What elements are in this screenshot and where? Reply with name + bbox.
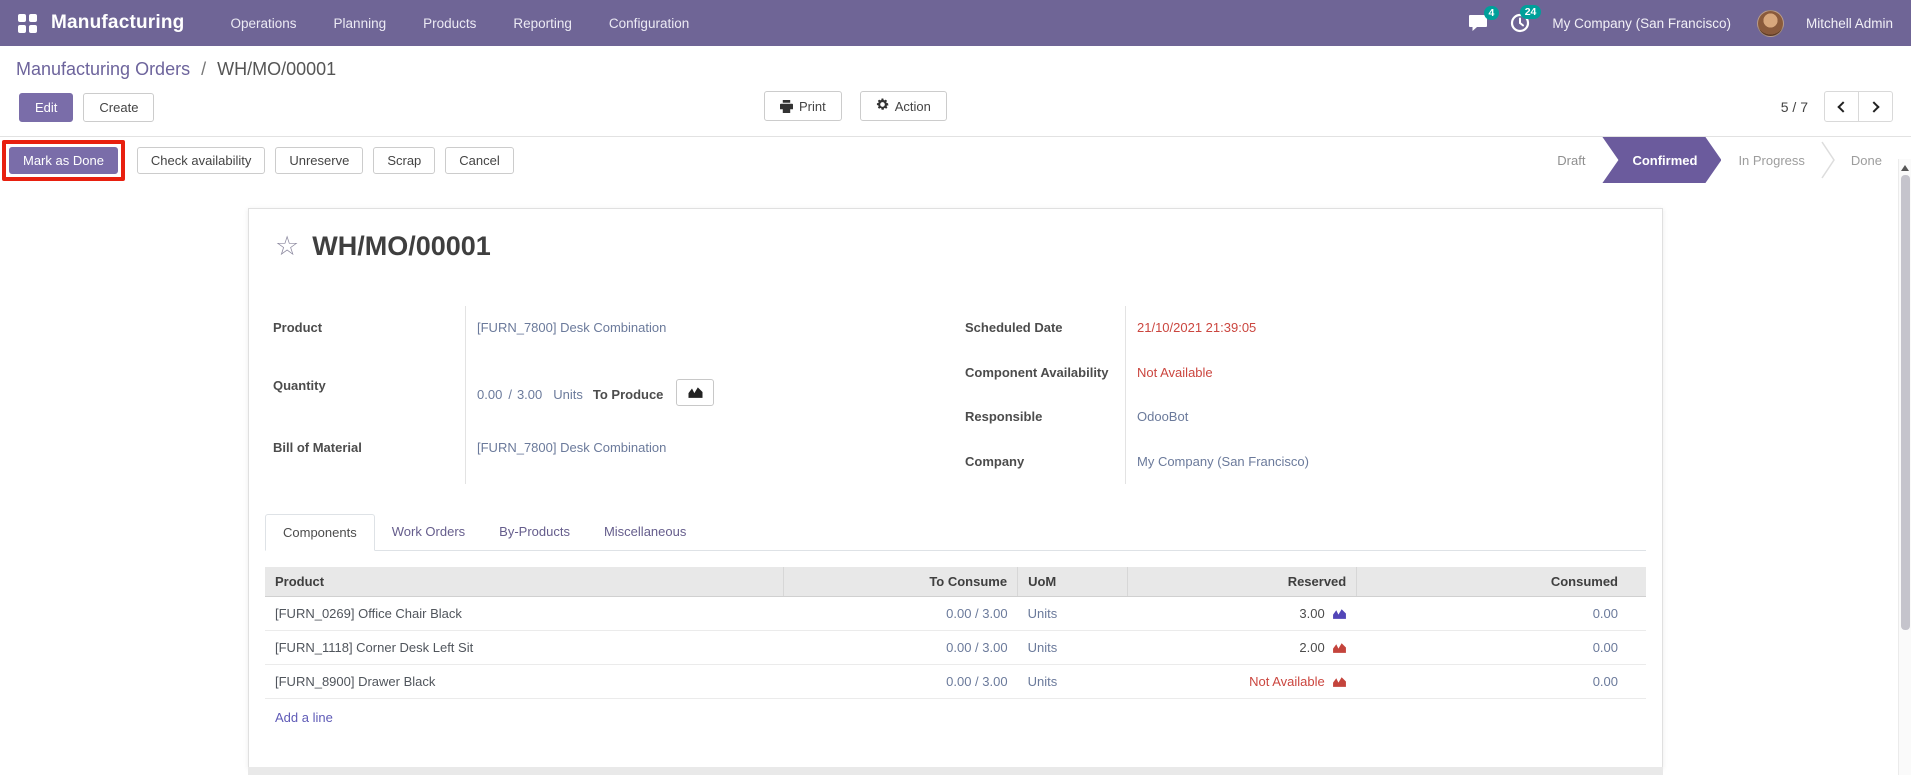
menu-operations[interactable]: Operations	[231, 16, 297, 31]
scheduled-date-label: Scheduled Date	[965, 320, 1063, 335]
main-menus: Operations Planning Products Reporting C…	[231, 16, 690, 31]
scrap-button[interactable]: Scrap	[373, 146, 436, 174]
messages-icon[interactable]: 4	[1468, 6, 1500, 32]
menu-reporting[interactable]: Reporting	[513, 16, 572, 31]
favorite-star-icon[interactable]: ☆	[275, 233, 299, 260]
product-label: Product	[273, 320, 323, 335]
table-row[interactable]: [FURN_0269] Office Chair Black 0.00 / 3.…	[265, 596, 1646, 632]
responsible-label: Responsible	[965, 409, 1043, 425]
quantity-produced: 0.00	[477, 386, 503, 402]
menu-products[interactable]: Products	[423, 16, 476, 31]
forecast-chart-icon[interactable]	[1332, 675, 1347, 688]
breadcrumb-parent-link[interactable]: Manufacturing Orders	[16, 59, 190, 79]
tab-miscellaneous[interactable]: Miscellaneous	[587, 514, 703, 550]
breadcrumb-separator: /	[201, 59, 207, 79]
scrollbar-thumb[interactable]	[1900, 175, 1910, 630]
control-panel: Manufacturing Orders / WH/MO/00001 Edit …	[0, 59, 1911, 124]
state-in-progress[interactable]: In Progress	[1723, 137, 1819, 183]
breadcrumb: Manufacturing Orders / WH/MO/00001	[16, 59, 1895, 80]
column-to-consume[interactable]: To Consume	[783, 567, 1019, 598]
table-row[interactable]: [FURN_8900] Drawer Black 0.00 / 3.00 Uni…	[265, 664, 1646, 700]
company-value-link[interactable]: My Company (San Francisco)	[1137, 454, 1309, 469]
activities-badge: 24	[1519, 5, 1542, 19]
quantity-label: Quantity	[273, 377, 326, 393]
product-value-link[interactable]: [FURN_7800] Desk Combination	[477, 320, 666, 335]
company-switcher[interactable]: My Company (San Francisco)	[1552, 16, 1731, 31]
tab-by-products[interactable]: By-Products	[482, 514, 587, 550]
create-button[interactable]: Create	[83, 93, 155, 122]
column-consumed[interactable]: Consumed	[1356, 567, 1646, 598]
chevron-right-icon	[1868, 100, 1880, 113]
edit-button[interactable]: Edit	[19, 93, 74, 122]
responsible-value-link[interactable]: OdooBot	[1137, 409, 1188, 424]
app-brand[interactable]: Manufacturing	[51, 12, 185, 34]
top-navbar: Manufacturing Operations Planning Produc…	[0, 0, 1911, 46]
table-row[interactable]: [FURN_1118] Corner Desk Left Sit 0.00 / …	[265, 630, 1646, 666]
chevron-left-icon	[1837, 100, 1849, 113]
bom-label: Bill of Material	[273, 440, 362, 456]
add-a-line-link[interactable]: Add a line	[265, 699, 1646, 736]
tab-work-orders[interactable]: Work Orders	[375, 514, 482, 550]
user-avatar[interactable]	[1756, 9, 1784, 37]
messages-badge: 4	[1483, 6, 1500, 20]
print-button[interactable]: Print	[764, 91, 842, 121]
action-button[interactable]: Action	[859, 91, 947, 121]
menu-planning[interactable]: Planning	[334, 16, 387, 31]
form-sheet: ☆ WH/MO/00001 Product [FURN_7800] Desk C…	[248, 208, 1663, 775]
breadcrumb-current: WH/MO/00001	[217, 59, 337, 79]
cancel-button[interactable]: Cancel	[445, 146, 514, 174]
forecast-chart-icon[interactable]	[1332, 607, 1347, 620]
pager-next-button[interactable]	[1858, 91, 1893, 122]
statusbar: Mark as Done Check availability Unreserv…	[0, 136, 1911, 183]
record-title: WH/MO/00001	[312, 231, 491, 261]
quantity-total: 3.00	[516, 386, 543, 402]
field-group-left: Product [FURN_7800] Desk Combination Qua…	[273, 306, 961, 485]
notebook-tabs: Components Work Orders By-Products Misce…	[265, 514, 1646, 552]
tab-components[interactable]: Components	[265, 514, 375, 552]
forecast-chart-icon[interactable]	[1332, 641, 1347, 654]
bom-value-link[interactable]: [FURN_7800] Desk Combination	[477, 440, 666, 455]
pager: 5 / 7	[1781, 91, 1893, 122]
column-product[interactable]: Product	[265, 567, 784, 598]
scroll-up-arrow-icon[interactable]	[1901, 165, 1909, 171]
field-group-right: Scheduled Date 21/10/2021 21:39:05 Compo…	[965, 306, 1625, 485]
apps-menu-icon[interactable]	[18, 13, 37, 33]
quantity-uom: Units	[553, 386, 583, 402]
unreserve-button[interactable]: Unreserve	[275, 146, 364, 174]
activities-icon[interactable]: 24	[1510, 5, 1542, 33]
forecast-chart-button[interactable]	[676, 378, 715, 406]
printer-icon	[780, 99, 793, 113]
state-draft[interactable]: Draft	[1542, 137, 1600, 183]
highlight-box: Mark as Done	[2, 139, 125, 181]
vertical-scrollbar[interactable]	[1898, 159, 1911, 775]
table-header-row: Product To Consume UoM Reserved Consumed	[265, 567, 1646, 598]
check-availability-button[interactable]: Check availability	[136, 146, 266, 174]
pager-previous-button[interactable]	[1824, 91, 1859, 122]
status-pipeline: Draft Confirmed In Progress Done	[1542, 137, 1897, 183]
quantity-suffix: To Produce	[592, 386, 664, 402]
user-menu[interactable]: Mitchell Admin	[1806, 16, 1893, 31]
menu-configuration[interactable]: Configuration	[609, 16, 689, 31]
column-reserved[interactable]: Reserved	[1127, 567, 1358, 598]
column-uom[interactable]: UoM	[1017, 567, 1128, 598]
state-confirmed-active[interactable]: Confirmed	[1602, 137, 1721, 183]
pager-counter: 5 / 7	[1780, 98, 1808, 115]
state-chevron-icon	[1820, 139, 1836, 181]
quantity-separator: /	[508, 386, 512, 402]
gear-icon	[876, 98, 889, 114]
scheduled-date-value: 21/10/2021 21:39:05	[1137, 320, 1257, 335]
bottom-strip	[248, 767, 1663, 775]
components-table: Product To Consume UoM Reserved Consumed…	[265, 567, 1646, 700]
state-done[interactable]: Done	[1836, 137, 1897, 183]
component-availability-label: Component Availability	[965, 364, 1109, 380]
mark-as-done-button[interactable]: Mark as Done	[9, 146, 118, 174]
component-availability-value: Not Available	[1137, 364, 1213, 380]
company-label: Company	[965, 453, 1025, 469]
